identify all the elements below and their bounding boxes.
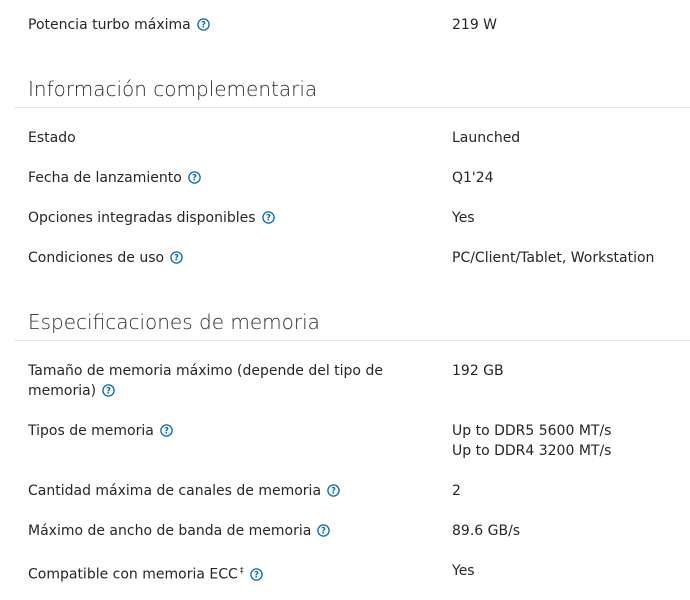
question-circle-icon[interactable]: ? bbox=[188, 171, 201, 184]
svg-text:?: ? bbox=[192, 174, 197, 184]
question-circle-icon[interactable]: ? bbox=[102, 384, 115, 397]
question-circle-icon[interactable]: ? bbox=[327, 484, 340, 497]
turbo-power-value: 219 W bbox=[452, 17, 498, 33]
question-circle-icon[interactable]: ? bbox=[196, 18, 210, 31]
svg-text:?: ? bbox=[174, 254, 179, 264]
spec-row-value: 89.6 GB/s bbox=[452, 523, 521, 539]
svg-text:?: ? bbox=[201, 21, 206, 31]
svg-text:?: ? bbox=[321, 527, 326, 537]
spec-row-value: Up to DDR5 5600 MT/s Up to DDR4 3200 MT/… bbox=[452, 421, 611, 461]
spec-row-label: Fecha de lanzamiento? bbox=[28, 168, 201, 188]
section-divider bbox=[14, 340, 690, 341]
spec-row-label-text: Condiciones de uso bbox=[28, 250, 165, 266]
question-circle-icon[interactable]: ? bbox=[170, 251, 183, 264]
spec-row-label-text: Cantidad máxima de canales de memoria bbox=[28, 483, 322, 499]
svg-text:?: ? bbox=[106, 387, 111, 397]
svg-text:?: ? bbox=[254, 570, 259, 580]
spec-row-label: Tamaño de memoria máximo (depende del ti… bbox=[28, 361, 383, 401]
spec-row-value: PC/Client/Tablet, Workstation bbox=[452, 250, 655, 266]
turbo-power-label-text: Potencia turbo máxima bbox=[28, 17, 191, 33]
spec-row-label-text: Fecha de lanzamiento bbox=[28, 170, 182, 186]
spec-row-label-line1: Tamaño de memoria máximo (depende del ti… bbox=[28, 363, 383, 379]
spec-row-value-line2: Up to DDR4 3200 MT/s bbox=[452, 443, 612, 459]
turbo-power-label: Potencia turbo máxima? bbox=[28, 15, 210, 35]
spec-row-label-text: Máximo de ancho de banda de memoria bbox=[28, 523, 312, 539]
svg-text:?: ? bbox=[164, 427, 169, 437]
spec-row-label-text: memoria) bbox=[28, 383, 97, 399]
question-circle-icon[interactable]: ? bbox=[250, 567, 263, 581]
spec-row-value: 2 bbox=[452, 483, 461, 499]
spec-row-label: Compatible con memoria ECC ‡? bbox=[28, 561, 263, 585]
spec-row-label-text: Compatible con memoria ECC bbox=[28, 566, 238, 583]
spec-row-value: Yes bbox=[452, 210, 475, 226]
question-circle-icon[interactable]: ? bbox=[317, 524, 331, 537]
spec-row-label-text: Opciones integradas disponibles bbox=[28, 210, 256, 226]
spec-row-label: Tipos de memoria? bbox=[28, 421, 173, 441]
spec-row-label: Opciones integradas disponibles? bbox=[28, 208, 275, 228]
section-divider bbox=[14, 107, 690, 108]
spec-row-label: Cantidad máxima de canales de memoria? bbox=[28, 481, 340, 501]
section-title-memory: Especificaciones de memoria bbox=[28, 310, 320, 334]
section-title-supplemental: Información complementaria bbox=[28, 77, 318, 101]
spec-row-value-line1: Up to DDR5 5600 MT/s bbox=[452, 423, 612, 439]
spec-row-label-text: Tipos de memoria bbox=[28, 423, 154, 439]
spec-row-value: Q1'24 bbox=[452, 170, 494, 186]
question-circle-icon[interactable]: ? bbox=[160, 424, 173, 437]
spec-row-label: Condiciones de uso? bbox=[28, 248, 183, 268]
svg-text:?: ? bbox=[331, 487, 336, 497]
spec-row-label: Estado bbox=[28, 130, 76, 146]
spec-row-label-line2: memoria)? bbox=[28, 381, 383, 401]
spec-row-value: 192 GB bbox=[452, 363, 504, 379]
spec-row-value: Yes bbox=[452, 563, 475, 579]
spec-row-value: Launched bbox=[452, 130, 521, 146]
question-circle-icon[interactable]: ? bbox=[261, 211, 275, 224]
svg-text:?: ? bbox=[266, 214, 271, 224]
footnote-marker[interactable]: ‡ bbox=[240, 566, 244, 575]
spec-row-label: Máximo de ancho de banda de memoria? bbox=[28, 521, 331, 541]
